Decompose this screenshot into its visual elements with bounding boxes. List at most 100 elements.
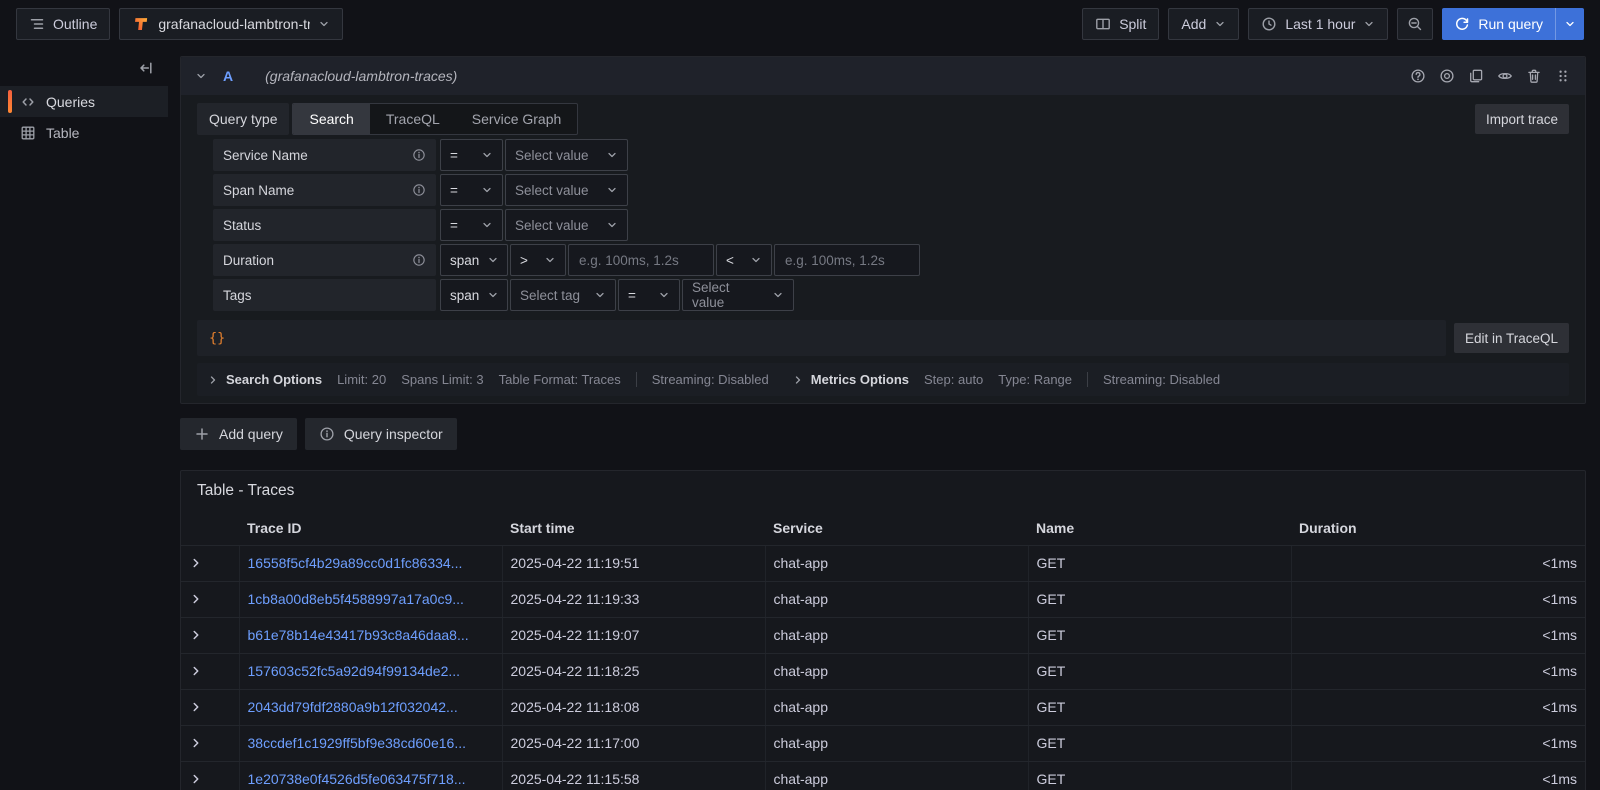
row-expander[interactable] (181, 581, 239, 617)
chevron-down-icon (606, 219, 618, 231)
row-expander[interactable] (181, 545, 239, 581)
tab-search[interactable]: Search (293, 104, 369, 134)
trace-id-link[interactable]: 1e20738e0f4526d5fe063475f718... (248, 771, 466, 787)
name-cell: GET (1028, 581, 1291, 617)
query-duplicate-button[interactable] (1468, 68, 1484, 84)
value-select[interactable]: Select value (505, 209, 628, 241)
add-query-button[interactable]: Add query (180, 418, 297, 450)
run-query-button[interactable]: Run query (1442, 8, 1555, 40)
chevron-down-icon (481, 184, 493, 196)
query-remove-button[interactable] (1526, 68, 1542, 84)
row-expander[interactable] (181, 689, 239, 725)
outline-button[interactable]: Outline (16, 8, 110, 40)
query-help-button[interactable] (1410, 68, 1426, 84)
query-ref-id[interactable]: A (223, 68, 233, 84)
split-button[interactable]: Split (1082, 8, 1159, 40)
duration-cell: <1ms (1291, 545, 1585, 581)
filter-row-tags: Tags span Select tag = (213, 279, 1569, 311)
duration-scope-select[interactable]: span (440, 244, 508, 276)
collapse-query-chevron-icon[interactable] (195, 70, 207, 82)
metrics-options-toggle[interactable]: Metrics Options (792, 372, 909, 387)
time-range-picker[interactable]: Last 1 hour (1248, 8, 1388, 40)
search-filters: Service Name = Select value (213, 139, 1569, 311)
panel-title: Table - Traces (181, 471, 1585, 506)
trace-id-link[interactable]: 2043dd79fdf2880a9b12f032042... (248, 699, 458, 715)
column-header-name[interactable]: Name (1028, 512, 1291, 545)
name-cell: GET (1028, 761, 1291, 790)
chevron-down-icon (1214, 18, 1226, 30)
duration-gt-select[interactable]: > (510, 244, 566, 276)
query-type-tabs: Search TraceQL Service Graph (292, 103, 578, 135)
zoom-out-time-button[interactable] (1397, 8, 1433, 40)
query-datasource-hint: (grafanacloud-lambtron-traces) (265, 68, 457, 84)
chevron-right-icon (189, 556, 203, 570)
query-row-header[interactable]: A (grafanacloud-lambtron-traces) (181, 57, 1585, 95)
query-actions: Add query Query inspector (180, 418, 1586, 450)
column-header-duration[interactable]: Duration (1291, 512, 1585, 545)
row-expander[interactable] (181, 761, 239, 790)
chevron-right-icon (189, 772, 203, 786)
operator-select[interactable]: = (440, 139, 503, 171)
duration-max-input[interactable] (785, 253, 909, 268)
query-hide-button[interactable] (1497, 68, 1513, 84)
table-header-row: Trace ID Start time Service Name Duratio… (181, 512, 1585, 545)
run-query-split-button: Run query (1442, 8, 1584, 40)
name-cell: GET (1028, 617, 1291, 653)
tag-select[interactable]: Select tag (510, 279, 616, 311)
start-time-cell: 2025-04-22 11:19:51 (502, 545, 765, 581)
trace-id-link[interactable]: 38ccdef1c1929ff5bf9e38cd60e16... (248, 735, 466, 751)
sidebar-item-queries[interactable]: Queries (0, 86, 168, 117)
search-options-toggle[interactable]: Search Options (207, 372, 322, 387)
chevron-down-icon (544, 254, 556, 266)
info-icon[interactable] (412, 183, 426, 197)
filter-label: Span Name (213, 174, 436, 206)
edit-in-traceql-button[interactable]: Edit in TraceQL (1454, 323, 1569, 353)
tag-value-select[interactable]: Select value (682, 279, 794, 311)
trace-id-link[interactable]: 16558f5cf4b29a89cc0d1fc86334... (248, 555, 463, 571)
row-expander[interactable] (181, 653, 239, 689)
sidebar-item-table[interactable]: Table (0, 117, 168, 148)
outline-nav: Queries Table (0, 86, 168, 148)
info-icon[interactable] (412, 148, 426, 162)
trace-id-link[interactable]: b61e78b14e43417b93c8a46daa8... (248, 627, 469, 643)
trace-id-link[interactable]: 1cb8a00d8eb5f4588997a17a0c9... (248, 591, 464, 607)
table-grid-icon (20, 125, 36, 141)
query-type-label: Query type (197, 103, 289, 135)
add-dropdown-button[interactable]: Add (1168, 8, 1239, 40)
chevron-down-icon (318, 18, 330, 30)
column-header-trace-id[interactable]: Trace ID (239, 512, 502, 545)
datasource-picker[interactable]: grafanacloud-lambtron-tr (119, 8, 343, 40)
datasource-name: grafanacloud-lambtron-tr (158, 16, 310, 32)
outline-label: Outline (53, 16, 97, 32)
value-select[interactable]: Select value (505, 139, 628, 171)
trace-id-link[interactable]: 157603c52fc5a92d94f99134de2... (248, 663, 461, 679)
query-disable-button[interactable] (1439, 68, 1455, 84)
value-select[interactable]: Select value (505, 174, 628, 206)
operator-select[interactable]: = (440, 174, 503, 206)
tag-scope-select[interactable]: span (440, 279, 508, 311)
start-time-cell: 2025-04-22 11:17:00 (502, 725, 765, 761)
import-trace-button[interactable]: Import trace (1475, 104, 1569, 134)
duration-lt-select[interactable]: < (716, 244, 772, 276)
query-inspector-button[interactable]: Query inspector (305, 418, 457, 450)
row-expander[interactable] (181, 617, 239, 653)
name-cell: GET (1028, 689, 1291, 725)
tag-operator-select[interactable]: = (618, 279, 680, 311)
table-row: 1cb8a00d8eb5f4588997a17a0c9... 2025-04-2… (181, 581, 1585, 617)
query-drag-handle[interactable] (1555, 68, 1571, 84)
expander-column-header (181, 512, 239, 545)
duration-min-input[interactable] (579, 253, 703, 268)
service-cell: chat-app (765, 617, 1028, 653)
service-cell: chat-app (765, 545, 1028, 581)
tab-service-graph[interactable]: Service Graph (456, 104, 577, 134)
run-query-dropdown-toggle[interactable] (1555, 8, 1584, 40)
column-header-service[interactable]: Service (765, 512, 1028, 545)
info-icon[interactable] (412, 253, 426, 267)
row-expander[interactable] (181, 725, 239, 761)
collapse-outline-button[interactable] (138, 60, 154, 76)
tab-traceql[interactable]: TraceQL (370, 104, 456, 134)
column-header-start-time[interactable]: Start time (502, 512, 765, 545)
chevron-down-icon (750, 254, 762, 266)
chevron-right-icon (189, 628, 203, 642)
operator-select[interactable]: = (440, 209, 503, 241)
